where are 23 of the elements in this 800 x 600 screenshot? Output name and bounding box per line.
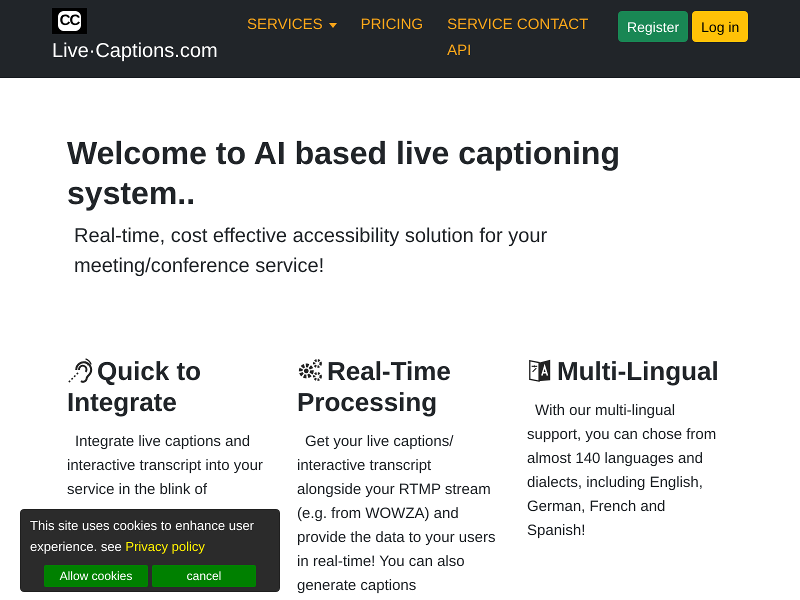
feature-title: Multi-Lingual (527, 356, 727, 387)
ear-icon (67, 357, 93, 383)
allow-cookies-button[interactable]: Allow cookies (44, 565, 148, 587)
logo-icon[interactable]: CC (52, 8, 87, 34)
nav-link[interactable]: SERVICE CONTACT API (435, 12, 610, 64)
cookie-message: This site uses cookies to enhance user experience. see Privacy policy (30, 517, 256, 556)
register-button[interactable]: Register (618, 11, 688, 42)
hero-subtitle: Real-time, cost effective accessibility solution for your meeting/conference service! (74, 224, 548, 279)
translate-icon (527, 357, 553, 383)
feature-title: Quick to Integrate (67, 356, 202, 418)
login-button[interactable]: Log in (692, 11, 748, 42)
caret-icon (328, 22, 337, 28)
nav-link[interactable]: SERVICES (235, 12, 349, 38)
feature-text: With our multi-lingual support, you can chose from almost 140 languages and dialects, including English, German, French and Spanish! (527, 401, 718, 541)
privacy-link[interactable]: Privacy policy (125, 539, 205, 554)
nav-link[interactable]: PRICING (348, 12, 436, 38)
gears-icon (297, 357, 323, 383)
cancel-button[interactable]: cancel (152, 565, 256, 587)
feature-text: Integrate live captions and interactive transcript into your service in the blink of (67, 432, 264, 500)
feature-text: Get your live captions/ interactive transcript alongside your RTMP stream (e.g. from WOWZA) and provide the data to your users in real-time! You can also generate captions (297, 432, 496, 596)
brand-name[interactable]: Live·Captions.com (52, 40, 235, 63)
hero-title: Welcome to AI based live captioning system.. (67, 134, 621, 213)
feature-title: Real-Time Processing (297, 356, 452, 418)
